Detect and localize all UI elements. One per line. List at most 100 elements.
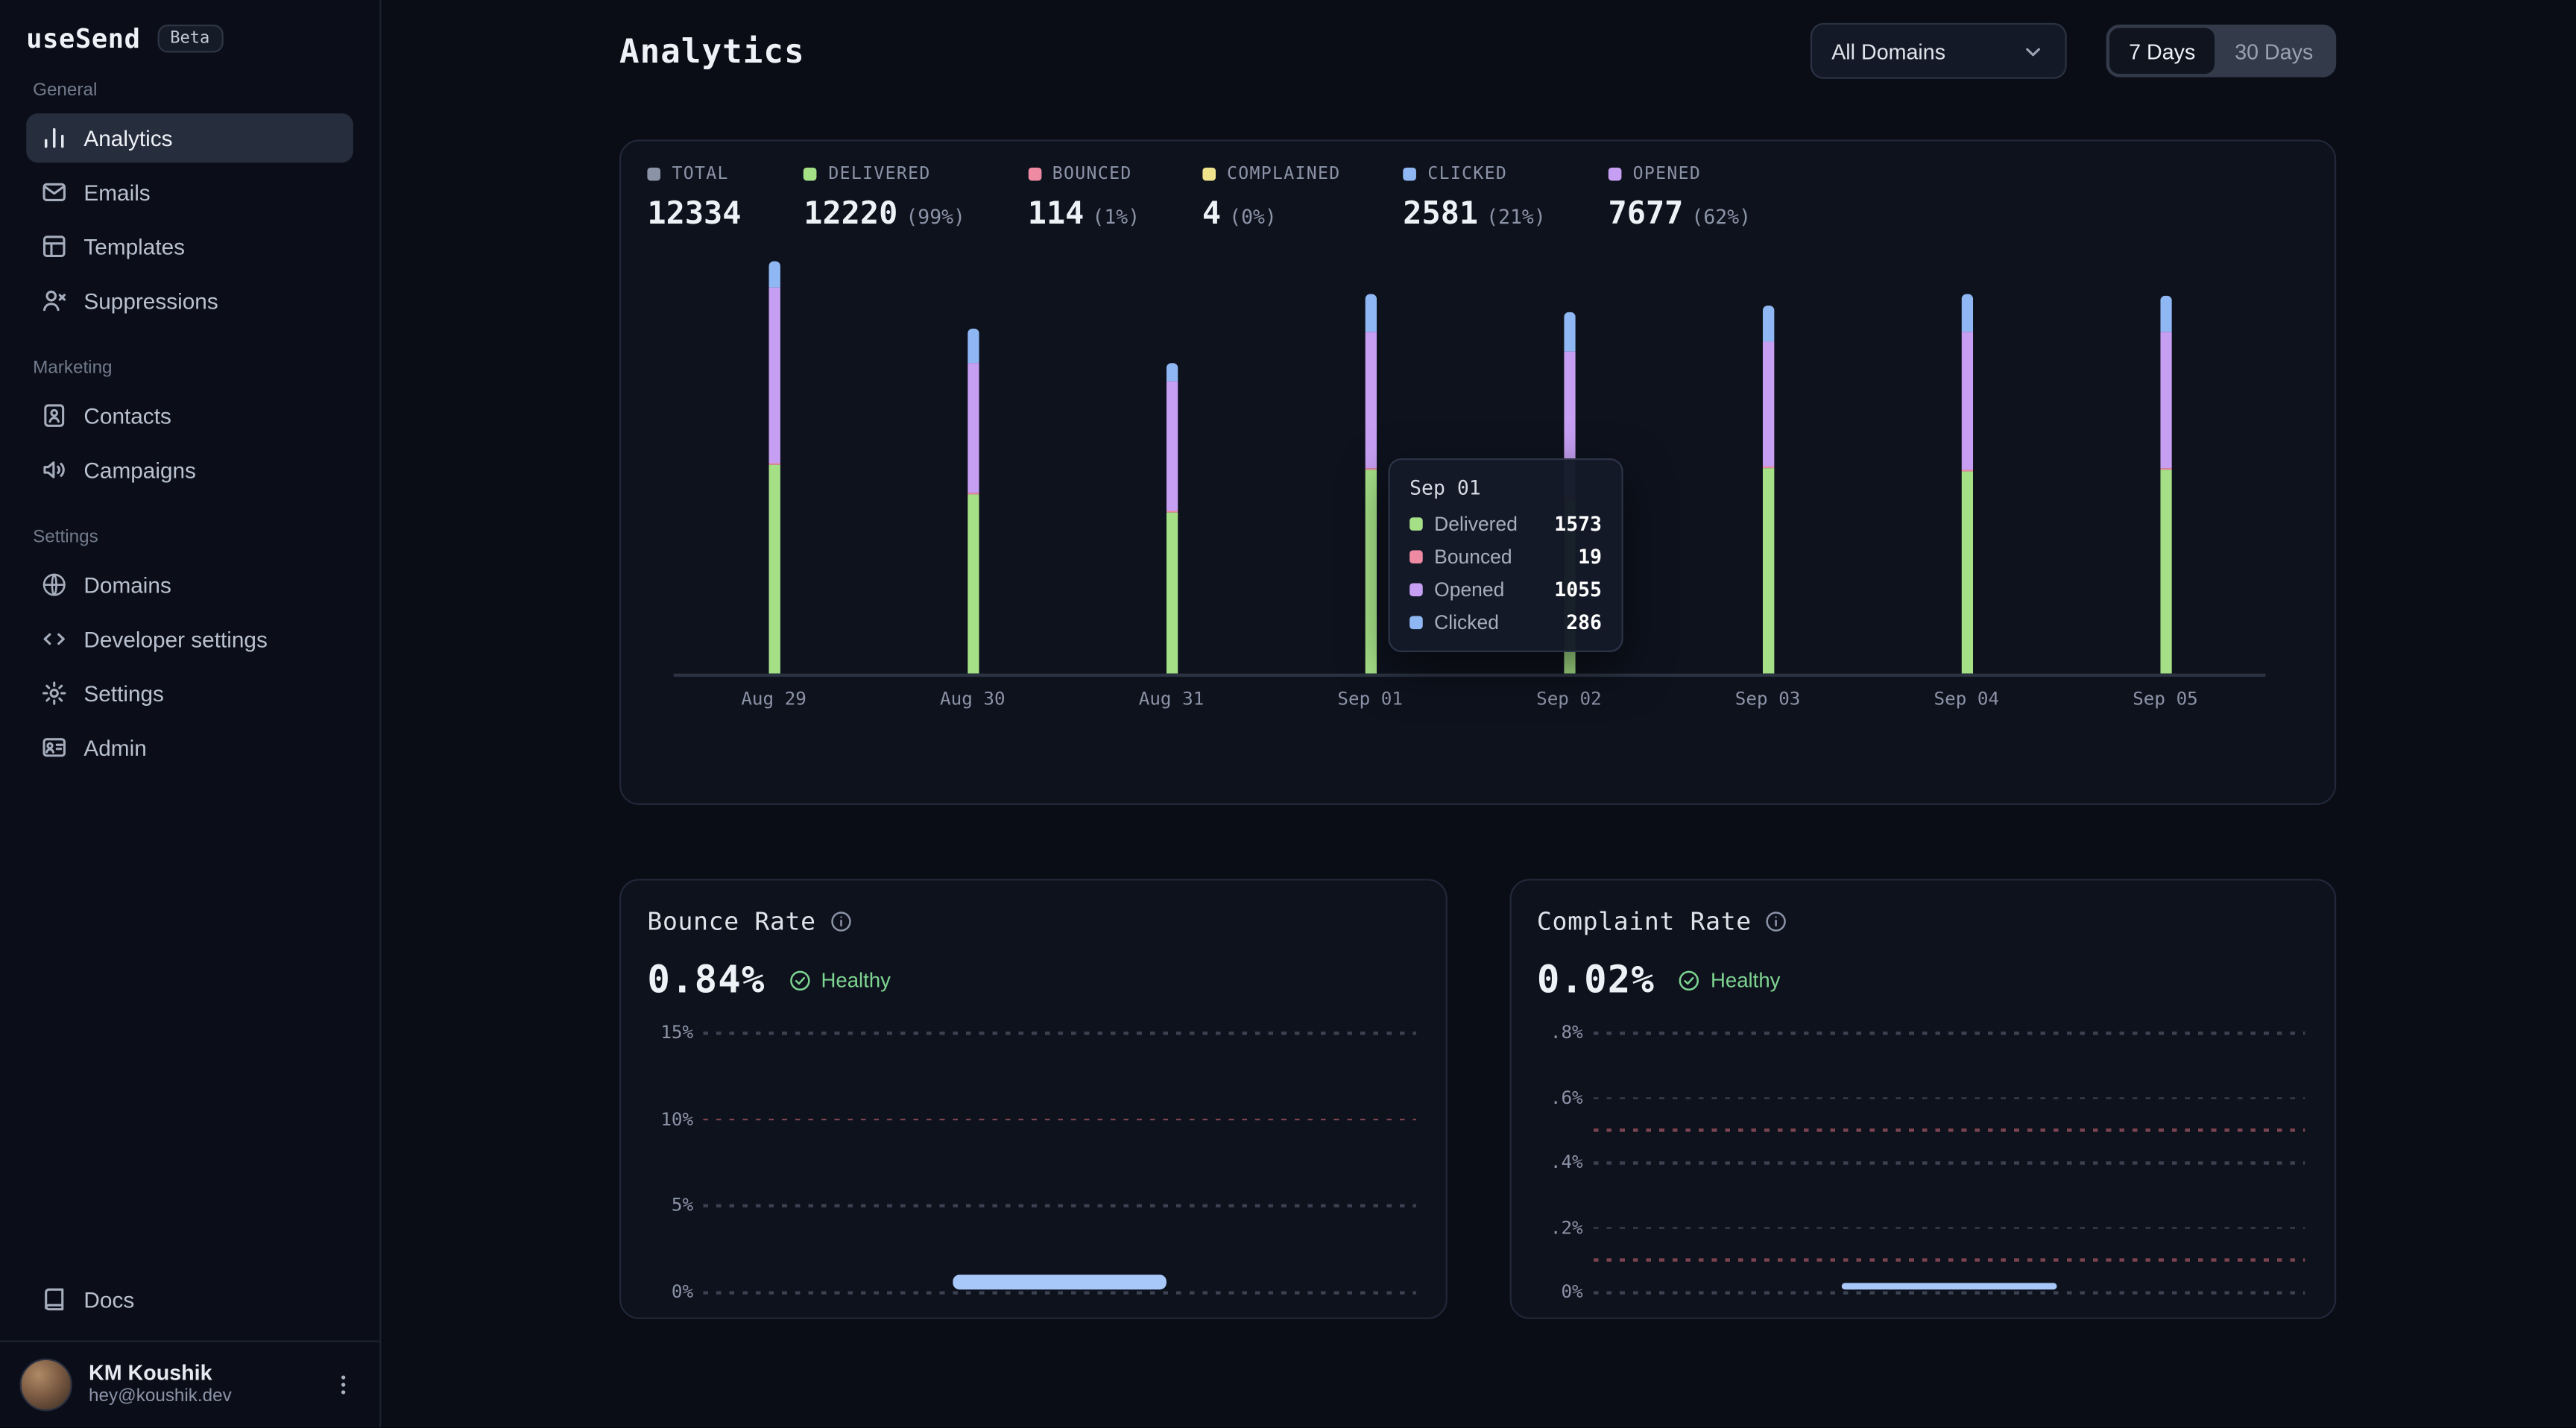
speaker-icon (41, 457, 67, 483)
sidebar-item-contacts[interactable]: Contacts (26, 391, 353, 440)
bar-segment-clicked (1762, 306, 1773, 342)
user-email: hey@koushik.dev (89, 1387, 232, 1409)
sidebar-item-docs[interactable]: Docs (26, 1274, 353, 1324)
stat-color-dot (804, 168, 817, 181)
stat-bounced: BOUNCED 114(1%) (1028, 164, 1140, 231)
stat-delivered: DELIVERED12220(99%) (804, 164, 965, 231)
rate-bar[interactable] (1843, 1283, 2056, 1290)
bar-segment-opened (2159, 332, 2171, 469)
bar-segment-delivered (1961, 472, 1972, 674)
gridline (1593, 1226, 2305, 1228)
chart-tooltip: Sep 01 Delivered1573Bounced19Opened1055C… (1388, 458, 1623, 652)
x-tick-label: Sep 03 (1735, 689, 1801, 710)
gridline (1593, 1031, 2305, 1034)
rate-cards-row: Bounce Rate 0.84% Healthy 15%10%5%0% (619, 879, 2336, 1319)
y-tick-label: 0% (647, 1281, 693, 1303)
tooltip-color-dot (1409, 550, 1423, 563)
domain-select[interactable]: All Domains (1811, 23, 2067, 79)
date-range-toggle: 7 Days 30 Days (2106, 25, 2336, 78)
nav-label: Settings (83, 681, 164, 706)
bounce-rate-chart: 15%10%5%0% (647, 1019, 1418, 1308)
y-tick-label: .2% (1537, 1216, 1583, 1238)
email-events-chart: Sep 01 Delivered1573Bounced19Opened1055C… (647, 255, 2308, 748)
threshold-line (703, 1118, 1415, 1120)
mail-icon (41, 179, 67, 205)
sidebar-item-developer-settings[interactable]: Developer settings (26, 614, 353, 663)
bar-segment-delivered (1365, 470, 1376, 674)
stat-color-dot (1609, 168, 1622, 181)
tooltip-series-label: Opened (1434, 578, 1543, 601)
stat-color-dot (1202, 168, 1216, 181)
stat-clicked: CLICKED2581(21%) (1403, 164, 1546, 231)
stacked-bar-aug-29[interactable] (768, 262, 779, 674)
y-tick-label: 10% (647, 1108, 693, 1130)
stat-value: 114(1%) (1028, 195, 1140, 231)
y-tick-label: 0% (1537, 1281, 1583, 1303)
stat-complained: COMPLAINED4(0%) (1202, 164, 1341, 231)
x-tick-label: Aug 29 (741, 689, 806, 710)
stacked-bar-sep-05[interactable] (2159, 295, 2171, 673)
nav-label: Admin (83, 735, 146, 759)
bounce-status-badge: Healthy (788, 969, 891, 992)
tooltip-title: Sep 01 (1409, 476, 1602, 499)
tooltip-series-value: 286 (1566, 611, 1602, 634)
check-circle-icon (1678, 969, 1701, 992)
contact-book-icon (41, 402, 67, 429)
y-tick-label: 15% (647, 1022, 693, 1043)
gridline (703, 1291, 1415, 1293)
avatar (19, 1359, 72, 1412)
stat-label: BOUNCED (1052, 164, 1132, 183)
rate-bar[interactable] (953, 1275, 1167, 1289)
bar-segment-delivered (768, 465, 779, 673)
nav-label: Suppressions (83, 288, 218, 313)
range-7-days-button[interactable]: 7 Days (2109, 28, 2215, 74)
threshold-line (1593, 1259, 2305, 1261)
nav-label: Analytics (83, 126, 172, 151)
sidebar-item-suppressions[interactable]: Suppressions (26, 276, 353, 325)
stat-percentage: (0%) (1229, 206, 1277, 229)
user-name: KM Koushik (89, 1360, 232, 1387)
tooltip-color-dot (1409, 517, 1423, 531)
complaint-rate-value-row: 0.02% Healthy (1537, 956, 2308, 1005)
bar-segment-opened (1166, 381, 1177, 511)
stacked-bar-sep-01[interactable] (1365, 294, 1376, 674)
stacked-bar-sep-03[interactable] (1762, 306, 1773, 674)
stacked-bar-aug-31[interactable] (1166, 363, 1177, 674)
gridline (703, 1031, 1415, 1034)
complaint-rate-title: Complaint Rate (1537, 907, 1752, 937)
sidebar-item-templates[interactable]: Templates (26, 222, 353, 271)
sidebar-item-analytics[interactable]: Analytics (26, 113, 353, 162)
sidebar-nav: GeneralAnalyticsEmailsTemplatesSuppressi… (26, 64, 353, 777)
stat-opened: OPENED7677(62%) (1609, 164, 1752, 231)
user-menu[interactable]: KM Koushik hey@koushik.dev (0, 1341, 379, 1428)
kebab-menu-icon[interactable] (327, 1368, 360, 1401)
book-icon (41, 1286, 67, 1312)
stacked-bar-sep-04[interactable] (1961, 294, 1972, 674)
info-icon[interactable] (829, 910, 852, 933)
stacked-bar-aug-30[interactable] (967, 329, 978, 673)
bar-segment-clicked (1365, 294, 1376, 332)
sidebar-item-admin[interactable]: Admin (26, 723, 353, 772)
sidebar-item-campaigns[interactable]: Campaigns (26, 445, 353, 494)
bar-segment-clicked (1563, 312, 1574, 352)
code-icon (41, 626, 67, 652)
sidebar-item-emails[interactable]: Emails (26, 168, 353, 217)
info-icon[interactable] (1765, 910, 1788, 933)
range-30-days-button[interactable]: 30 Days (2215, 28, 2333, 74)
sidebar-bottom: Docs KM Koushik hey@koushik.dev (26, 1274, 353, 1427)
chevron-down-icon (2021, 39, 2045, 63)
stat-label: COMPLAINED (1227, 164, 1341, 183)
gear-icon (41, 680, 67, 706)
gridline (1593, 1096, 2305, 1099)
stat-label: OPENED (1633, 164, 1702, 183)
sidebar-item-settings[interactable]: Settings (26, 669, 353, 718)
complaint-rate-header: Complaint Rate (1537, 907, 2308, 937)
tooltip-row-opened: Opened1055 (1409, 578, 1602, 601)
stat-label: DELIVERED (828, 164, 930, 183)
tooltip-rows: Delivered1573Bounced19Opened1055Clicked2… (1409, 513, 1602, 634)
tooltip-color-dot (1409, 616, 1423, 630)
sidebar-item-domains[interactable]: Domains (26, 560, 353, 610)
bar-segment-clicked (1961, 294, 1972, 331)
stat-color-dot (1403, 168, 1416, 181)
stats-row: TOTAL12334DELIVERED12220(99%)BOUNCED114(… (647, 164, 2308, 231)
